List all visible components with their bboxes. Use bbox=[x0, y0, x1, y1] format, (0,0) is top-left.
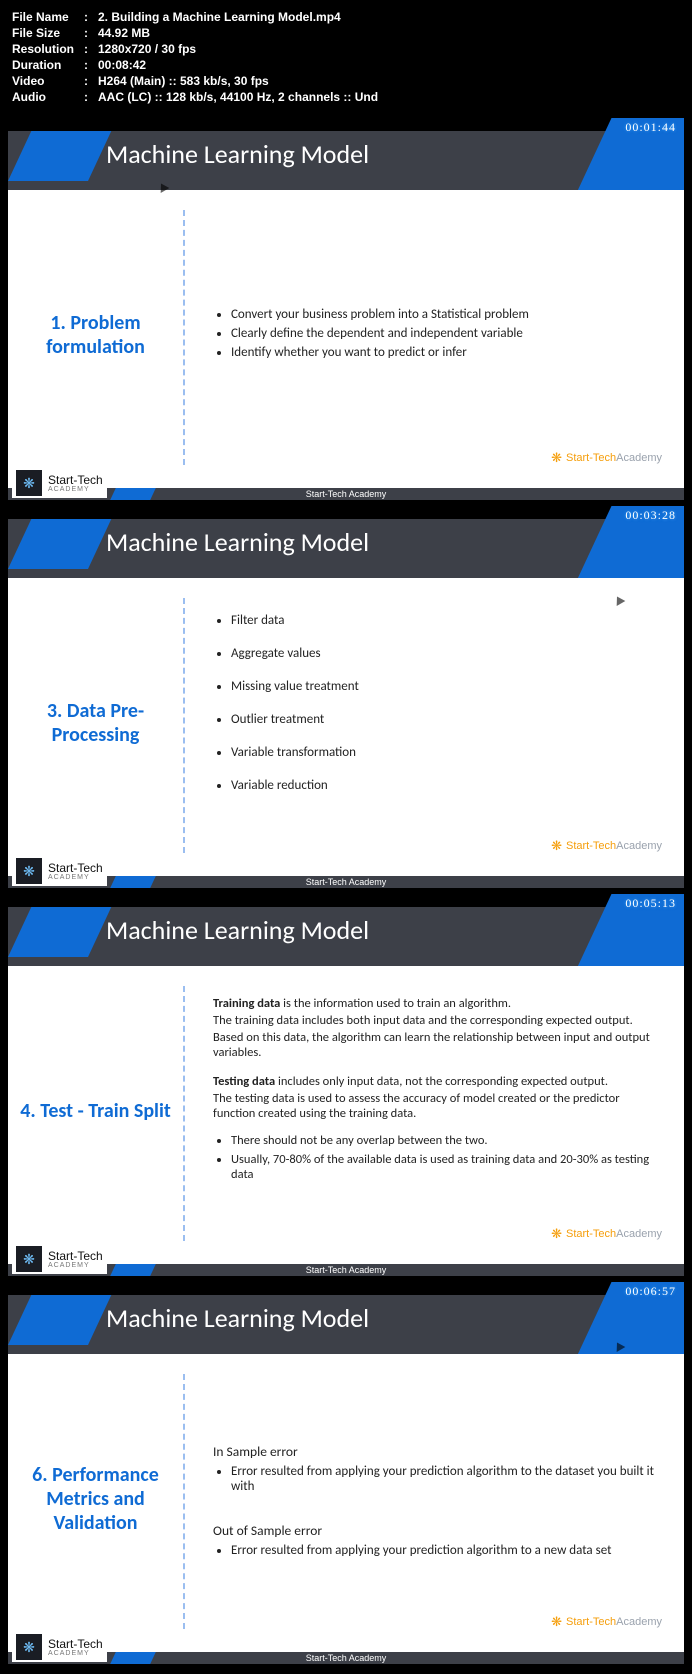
meta-value-video: H264 (Main) :: 583 kb/s, 30 fps bbox=[98, 74, 269, 88]
watermark: ❋Start-TechAcademy bbox=[551, 450, 662, 466]
paragraph: Based on this data, the algorithm can le… bbox=[213, 1030, 654, 1060]
subheading: Out of Sample error bbox=[213, 1522, 654, 1539]
bullet: Usually, 70-80% of the available data is… bbox=[231, 1152, 654, 1182]
meta-label-audio: Audio bbox=[12, 90, 84, 104]
slide-content: Training data is the information used to… bbox=[185, 976, 684, 1246]
logo-icon: ❋ bbox=[16, 1634, 42, 1660]
file-metadata: File Name:2. Building a Machine Learning… bbox=[4, 4, 688, 114]
bullet: Filter data bbox=[231, 613, 654, 628]
bullet: Identify whether you want to predict or … bbox=[231, 345, 654, 360]
bulb-icon: ❋ bbox=[551, 1614, 562, 1630]
slide-content: Convert your business problem into a Sta… bbox=[185, 200, 684, 470]
paragraph: The training data includes both input da… bbox=[213, 1013, 654, 1028]
bullet: Aggregate values bbox=[231, 646, 654, 661]
section-title: 1. Problem formulation bbox=[18, 311, 173, 359]
logo-icon: ❋ bbox=[16, 470, 42, 496]
meta-value-audio: AAC (LC) :: 128 kb/s, 44100 Hz, 2 channe… bbox=[98, 90, 378, 104]
bullet: Missing value treatment bbox=[231, 679, 654, 694]
slide-2: 00:03:28 Machine Learning Model 3. Data … bbox=[8, 506, 684, 888]
bullet: Clearly define the dependent and indepen… bbox=[231, 326, 654, 341]
meta-value-filesize: 44.92 MB bbox=[98, 26, 150, 40]
footer-logo: ❋ Start-TechACADEMY bbox=[12, 856, 107, 886]
slide-content: In Sample error Error resulted from appl… bbox=[185, 1364, 684, 1634]
logo-icon: ❋ bbox=[16, 1246, 42, 1272]
meta-value-resolution: 1280x720 / 30 fps bbox=[98, 42, 196, 56]
footer-strip: Start-Tech Academy bbox=[8, 1652, 684, 1664]
bullet: Error resulted from applying your predic… bbox=[231, 1464, 654, 1494]
bullet: Outlier treatment bbox=[231, 712, 654, 727]
footer-strip: Start-Tech Academy bbox=[8, 488, 684, 500]
watermark: ❋Start-TechAcademy bbox=[551, 1614, 662, 1630]
section-title: 4. Test - Train Split bbox=[20, 1099, 171, 1123]
bullet: Error resulted from applying your predic… bbox=[231, 1543, 654, 1558]
bullet: Convert your business problem into a Sta… bbox=[231, 307, 654, 322]
timestamp: 00:01:44 bbox=[625, 120, 676, 135]
cursor-icon bbox=[613, 594, 626, 606]
meta-value-filename: 2. Building a Machine Learning Model.mp4 bbox=[98, 10, 341, 24]
paragraph: Training data is the information used to… bbox=[213, 996, 654, 1011]
footer-logo: ❋ Start-TechACADEMY bbox=[12, 468, 107, 498]
footer-strip: Start-Tech Academy bbox=[8, 1264, 684, 1276]
footer-text: Start-Tech Academy bbox=[306, 877, 387, 887]
slide-1: 00:01:44 Machine Learning Model 1. Probl… bbox=[8, 118, 684, 500]
slide-content: Filter data Aggregate values Missing val… bbox=[185, 588, 684, 858]
watermark: ❋Start-TechAcademy bbox=[551, 838, 662, 854]
logo-icon: ❋ bbox=[16, 858, 42, 884]
paragraph: The testing data is used to assess the a… bbox=[213, 1091, 654, 1121]
bulb-icon: ❋ bbox=[551, 1226, 562, 1242]
footer-text: Start-Tech Academy bbox=[306, 1265, 387, 1275]
slide-header: Machine Learning Model bbox=[8, 506, 684, 578]
meta-value-duration: 00:08:42 bbox=[98, 58, 146, 72]
bulb-icon: ❋ bbox=[551, 450, 562, 466]
meta-label-filesize: File Size bbox=[12, 26, 84, 40]
slide-header: Machine Learning Model bbox=[8, 1282, 684, 1354]
timestamp: 00:05:13 bbox=[625, 896, 676, 911]
section-title: 3. Data Pre-Processing bbox=[18, 699, 173, 747]
slide-title: Machine Learning Model bbox=[106, 1302, 369, 1334]
subheading: In Sample error bbox=[213, 1443, 654, 1460]
footer-text: Start-Tech Academy bbox=[306, 1653, 387, 1663]
bullet: Variable transformation bbox=[231, 745, 654, 760]
slide-title: Machine Learning Model bbox=[106, 138, 369, 170]
slide-header: Machine Learning Model bbox=[8, 118, 684, 190]
paragraph: Testing data includes only input data, n… bbox=[213, 1074, 654, 1089]
timestamp: 00:03:28 bbox=[625, 508, 676, 523]
bullet: There should not be any overlap between … bbox=[231, 1133, 654, 1148]
meta-label-duration: Duration bbox=[12, 58, 84, 72]
footer-strip: Start-Tech Academy bbox=[8, 876, 684, 888]
section-title: 6. Performance Metrics and Validation bbox=[18, 1463, 173, 1535]
slide-title: Machine Learning Model bbox=[106, 914, 369, 946]
footer-text: Start-Tech Academy bbox=[306, 489, 387, 499]
bullet: Variable reduction bbox=[231, 778, 654, 793]
timestamp: 00:06:57 bbox=[625, 1284, 676, 1299]
meta-label-video: Video bbox=[12, 74, 84, 88]
slide-title: Machine Learning Model bbox=[106, 526, 369, 558]
slide-header: Machine Learning Model bbox=[8, 894, 684, 966]
footer-logo: ❋ Start-TechACADEMY bbox=[12, 1244, 107, 1274]
slide-3: 00:05:13 Machine Learning Model 4. Test … bbox=[8, 894, 684, 1276]
bulb-icon: ❋ bbox=[551, 838, 562, 854]
meta-label-filename: File Name bbox=[12, 10, 84, 24]
watermark: ❋Start-TechAcademy bbox=[551, 1226, 662, 1242]
meta-label-resolution: Resolution bbox=[12, 42, 84, 56]
slide-4: 00:06:57 Machine Learning Model 6. Perfo… bbox=[8, 1282, 684, 1664]
